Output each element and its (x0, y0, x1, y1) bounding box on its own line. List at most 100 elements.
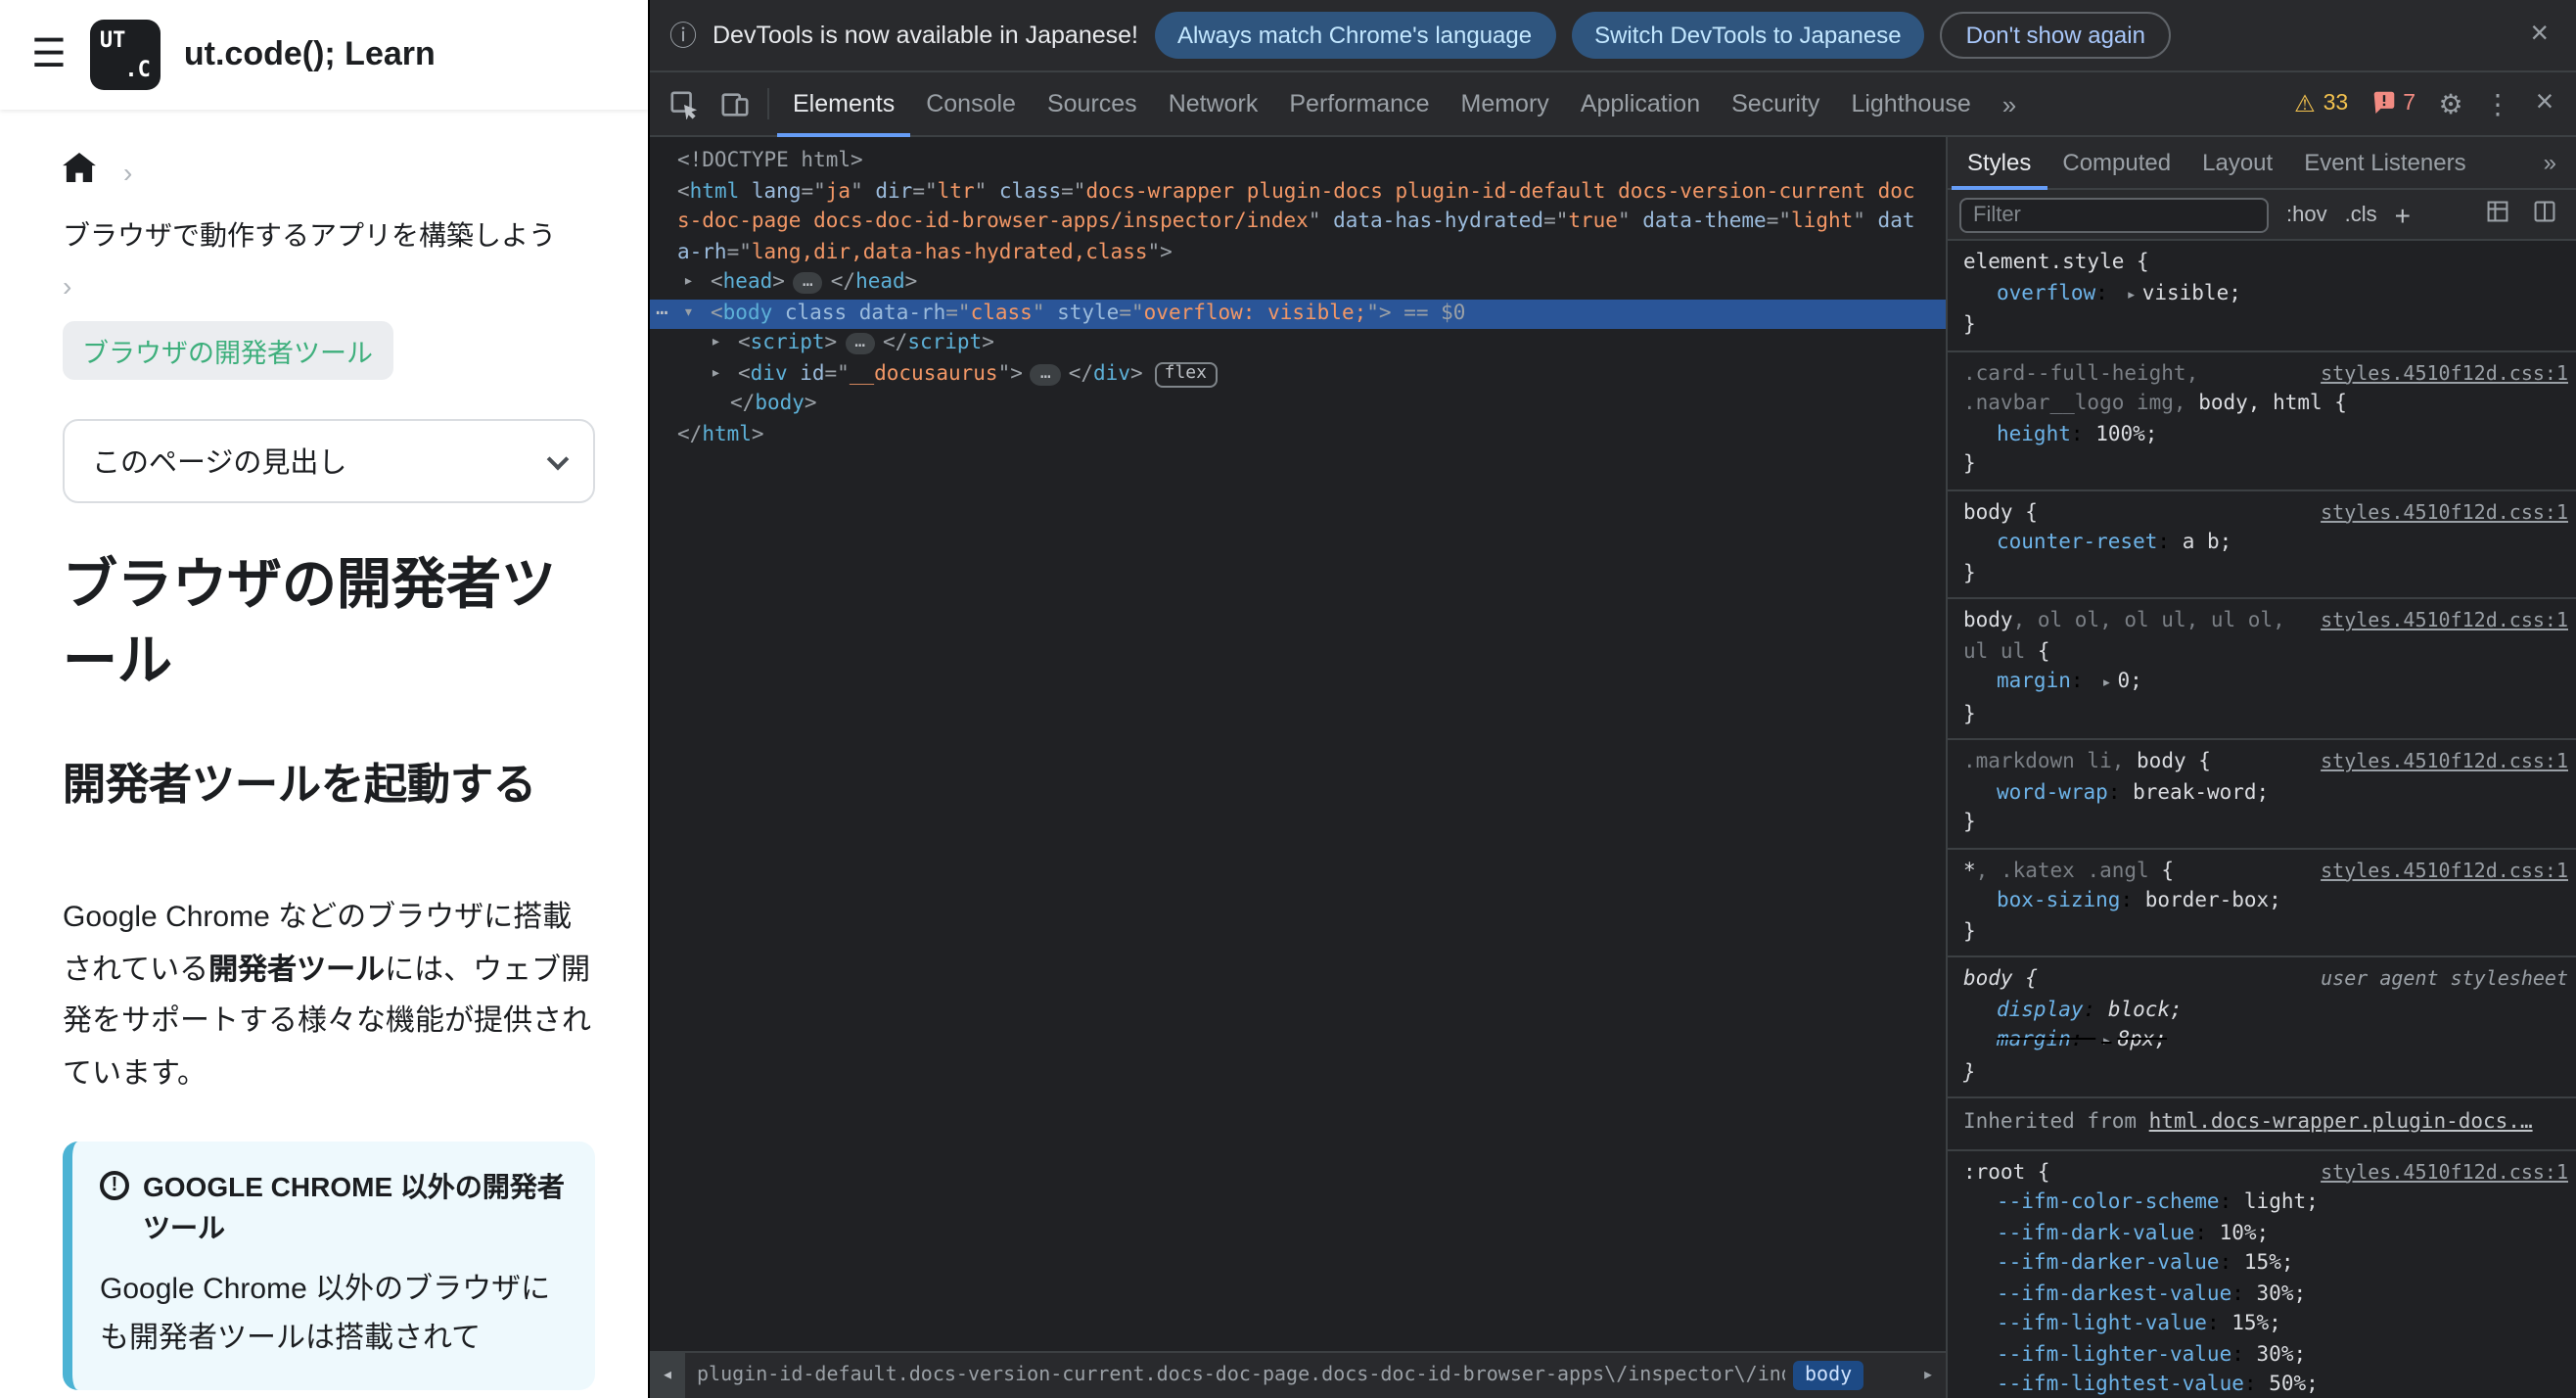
more-sidebar-tabs-icon[interactable]: » (2528, 149, 2572, 176)
css-property-name[interactable]: --ifm-lightest-value (1997, 1373, 2244, 1396)
breadcrumb-item-category[interactable]: ブラウザで動作するアプリを構築しよう (63, 215, 595, 255)
selector-text[interactable]: , .katex .angl (1976, 859, 2149, 882)
css-property-name[interactable]: --ifm-color-scheme (1997, 1190, 2220, 1214)
css-property-value[interactable]: border-box; (2145, 889, 2281, 912)
css-property-name[interactable]: height (1997, 422, 2071, 445)
selector-text[interactable]: body (1963, 500, 2013, 524)
more-tabs-icon[interactable]: » (1987, 71, 2032, 136)
stylesheet-link[interactable]: styles.4510f12d.css:1 (2321, 607, 2568, 637)
css-property-value[interactable]: 10%; (2220, 1221, 2270, 1244)
collapse-icon[interactable]: ▾ (683, 299, 694, 329)
hamburger-menu-icon[interactable]: ☰ (31, 35, 67, 74)
css-declaration[interactable]: margin: ▸ 8px; (1963, 1026, 2568, 1058)
css-property-value[interactable]: 50%; (2269, 1373, 2319, 1396)
css-property-name[interactable]: margin (1997, 1028, 2071, 1051)
css-declaration[interactable]: margin: ▸ 0; (1963, 668, 2568, 700)
css-property-value[interactable]: break-word; (2133, 780, 2269, 804)
css-property-name[interactable]: counter-reset (1997, 531, 2157, 554)
css-property-name[interactable]: margin (1997, 670, 2071, 693)
inherited-element-link[interactable]: html.docs-wrapper.plugin-docs.… (2149, 1110, 2533, 1134)
tab-performance[interactable]: Performance (1273, 71, 1445, 136)
css-property-value[interactable]: 15%; (2231, 1312, 2281, 1335)
selector-text[interactable]: :root (1963, 1160, 2025, 1184)
css-declaration[interactable]: --ifm-dark-value: 10%; (1963, 1219, 2568, 1249)
css-property-name[interactable]: overflow (1997, 281, 2095, 304)
tab-memory[interactable]: Memory (1446, 71, 1565, 136)
css-declaration[interactable]: --ifm-darkest-value: 30%; (1963, 1280, 2568, 1310)
toggle-pseudo-state-button[interactable]: :hov (2286, 203, 2327, 226)
dom-tree-row[interactable]: </html> (650, 420, 1946, 450)
selector-text[interactable]: .card--full-height, .navbar__logo img, (1963, 361, 2198, 415)
css-declaration[interactable]: --ifm-lightest-value: 50%; (1963, 1371, 2568, 1398)
expand-icon[interactable]: ▸ (711, 329, 721, 359)
expand-longhand-icon[interactable]: ▸ (2101, 674, 2111, 693)
tab-lighthouse[interactable]: Lighthouse (1835, 71, 1986, 136)
expand-icon[interactable]: ▸ (711, 359, 721, 390)
css-property-name[interactable]: display (1997, 998, 2084, 1021)
tab-security[interactable]: Security (1716, 71, 1835, 136)
css-property-name[interactable]: --ifm-darkest-value (1997, 1282, 2231, 1305)
crumb-scroll-left-icon[interactable]: ◂ (650, 1353, 685, 1398)
sidebar-tab-layout[interactable]: Layout (2186, 136, 2288, 189)
breadcrumb-item-current[interactable]: ブラウザの開発者ツール (63, 321, 392, 380)
css-declaration[interactable]: --ifm-light-value: 15%; (1963, 1310, 2568, 1340)
crumb-scroll-right-icon[interactable]: ▸ (1910, 1365, 1946, 1386)
dom-tree-row[interactable]: <!DOCTYPE html> (650, 147, 1946, 177)
expand-longhand-icon[interactable]: ▸ (2126, 285, 2136, 304)
css-property-name[interactable]: --ifm-light-value (1997, 1312, 2207, 1335)
devtools-close-icon[interactable]: × (2521, 86, 2568, 121)
css-declaration[interactable]: --ifm-color-scheme: light; (1963, 1188, 2568, 1219)
grid-overlay-icon[interactable] (2486, 197, 2509, 232)
sidebar-tab-event-listeners[interactable]: Event Listeners (2288, 136, 2481, 189)
collapsed-content-icon[interactable]: … (1030, 363, 1061, 385)
selector-text[interactable]: body (1963, 609, 2013, 632)
warnings-counter[interactable]: ⚠ 33 (2282, 90, 2360, 117)
css-property-value[interactable]: block; (2108, 998, 2183, 1021)
inspect-element-icon[interactable] (658, 78, 709, 129)
stylesheet-link[interactable]: styles.4510f12d.css:1 (2321, 748, 2568, 778)
sidebar-tab-computed[interactable]: Computed (2047, 136, 2186, 189)
css-declaration[interactable]: counter-reset: a b; (1963, 529, 2568, 559)
css-property-value[interactable]: 30%; (2257, 1342, 2307, 1366)
flex-badge[interactable]: flex (1154, 361, 1217, 387)
site-logo[interactable]: UT .C (89, 20, 161, 90)
css-declaration[interactable]: height: 100%; (1963, 420, 2568, 450)
sidebar-tab-styles[interactable]: Styles (1952, 136, 2047, 189)
selector-text[interactable]: * (1963, 859, 1976, 882)
always-match-chrome-s-language-button[interactable]: Always match Chrome's language (1154, 12, 1556, 59)
don-t-show-again-button[interactable]: Don't show again (1940, 12, 2171, 59)
selector-text[interactable]: , ol ol, ol ul, ul ol, ul ul (1963, 609, 2285, 663)
selector-text[interactable]: body, html (2198, 392, 2322, 415)
selector-text[interactable]: element.style (1963, 251, 2124, 274)
selector-text[interactable]: .markdown li, (1963, 750, 2137, 773)
css-property-name[interactable]: --ifm-lighter-value (1997, 1342, 2231, 1366)
selector-text[interactable]: body (2137, 750, 2186, 773)
css-property-name[interactable]: word-wrap (1997, 780, 2108, 804)
styles-filter-input[interactable] (1959, 197, 2269, 232)
device-toolbar-icon[interactable] (709, 78, 759, 129)
toggle-element-classes-button[interactable]: .cls (2345, 203, 2377, 226)
css-property-value[interactable]: 30%; (2257, 1282, 2307, 1305)
dom-tree-row-selected[interactable]: ⋯ ▾ <body class data-rh="class" style="ove… (650, 299, 1946, 329)
notification-close-icon[interactable]: × (2522, 18, 2556, 53)
css-property-name[interactable]: --ifm-darker-value (1997, 1251, 2220, 1275)
css-property-value[interactable]: 8px; (2117, 1028, 2167, 1051)
css-declaration[interactable]: box-sizing: border-box; (1963, 887, 2568, 917)
dom-tree-row[interactable]: </body> (650, 390, 1946, 420)
switch-devtools-to-japanese-button[interactable]: Switch DevTools to Japanese (1571, 12, 1925, 59)
dom-tree-row[interactable]: <html lang="ja" dir="ltr" class="docs-wr… (650, 177, 1946, 268)
css-property-value[interactable]: 15%; (2244, 1251, 2294, 1275)
css-declaration[interactable]: display: block; (1963, 996, 2568, 1026)
expand-icon[interactable]: ▸ (683, 268, 694, 299)
css-declaration[interactable]: overflow: ▸ visible; (1963, 279, 2568, 311)
row-actions-icon[interactable]: ⋯ (656, 299, 668, 329)
tab-elements[interactable]: Elements (777, 71, 910, 136)
expand-longhand-icon[interactable]: ▸ (2101, 1032, 2111, 1051)
selector-text[interactable]: body (1963, 967, 2013, 991)
tab-sources[interactable]: Sources (1032, 71, 1153, 136)
issues-counter[interactable]: 7 (2360, 89, 2427, 118)
css-property-value[interactable]: visible; (2142, 281, 2241, 304)
css-declaration[interactable]: --ifm-lighter-value: 30%; (1963, 1340, 2568, 1371)
css-property-value[interactable]: 0; (2117, 670, 2141, 693)
stylesheet-link[interactable]: styles.4510f12d.css:1 (2321, 359, 2568, 390)
